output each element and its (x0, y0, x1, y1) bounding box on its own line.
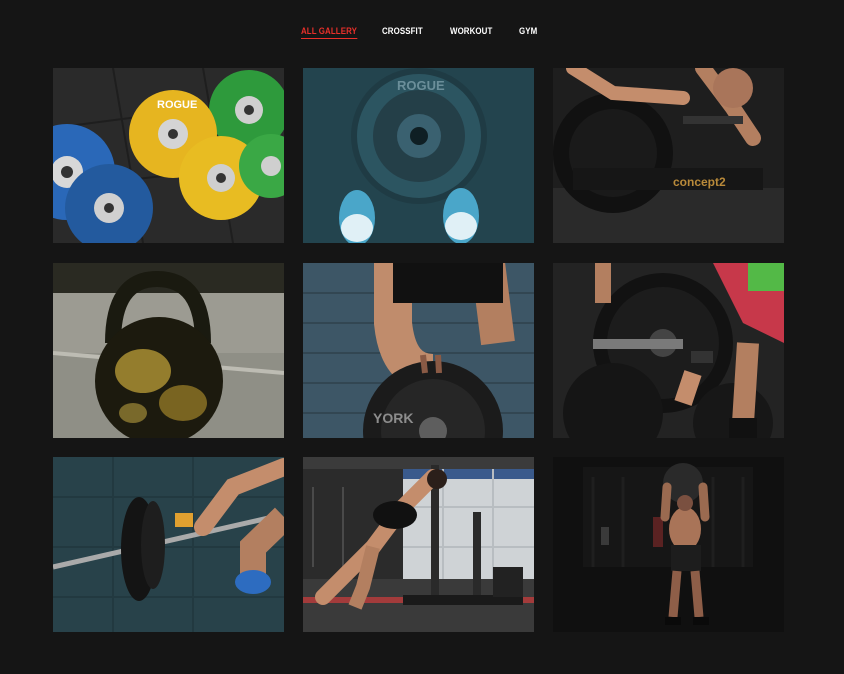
filter-gym[interactable]: GYM (519, 24, 537, 38)
york-plate-photo: YORK (303, 263, 534, 438)
filter-workout[interactable]: WORKOUT (450, 24, 492, 38)
rogue-plate-feet-photo: ROGUE (303, 68, 534, 243)
gallery-image-rogue-plates[interactable]: ROGUE (53, 68, 284, 243)
sled-push-photo (303, 457, 534, 632)
loading-plates-photo (553, 263, 784, 438)
gallery-image-loading-plates[interactable] (553, 263, 784, 438)
plate-logo-rogue: ROGUE (397, 78, 445, 93)
kettlebell-photo (53, 263, 284, 438)
gallery-image-kettlebell[interactable] (53, 263, 284, 438)
filter-crossfit[interactable]: CROSSFIT (382, 24, 423, 38)
gallery-filter-nav: ALL GALLERY CROSSFIT WORKOUT GYM (0, 24, 844, 40)
gallery-image-medicine-ball[interactable] (553, 457, 784, 632)
rogue-plates-photo: ROGUE (53, 68, 284, 243)
gallery-image-rowing-machine[interactable]: concept2 (553, 68, 784, 243)
medicine-ball-photo (553, 457, 784, 632)
gallery-image-sled-push[interactable] (303, 457, 534, 632)
gallery-image-rogue-plate-feet[interactable]: ROGUE (303, 68, 534, 243)
gallery-image-barbell-lift[interactable] (53, 457, 284, 632)
rowing-machine-photo: concept2 (553, 68, 784, 243)
gallery-page: ALL GALLERY CROSSFIT WORKOUT GYM ROGUE R… (0, 0, 844, 674)
filter-all-gallery[interactable]: ALL GALLERY (301, 24, 357, 39)
gallery-image-york-plate[interactable]: YORK (303, 263, 534, 438)
plate-logo-rogue: ROGUE (157, 99, 197, 111)
plate-logo-york: YORK (373, 410, 413, 426)
barbell-lift-photo (53, 457, 284, 632)
rower-brand-label: concept2 (673, 175, 726, 189)
